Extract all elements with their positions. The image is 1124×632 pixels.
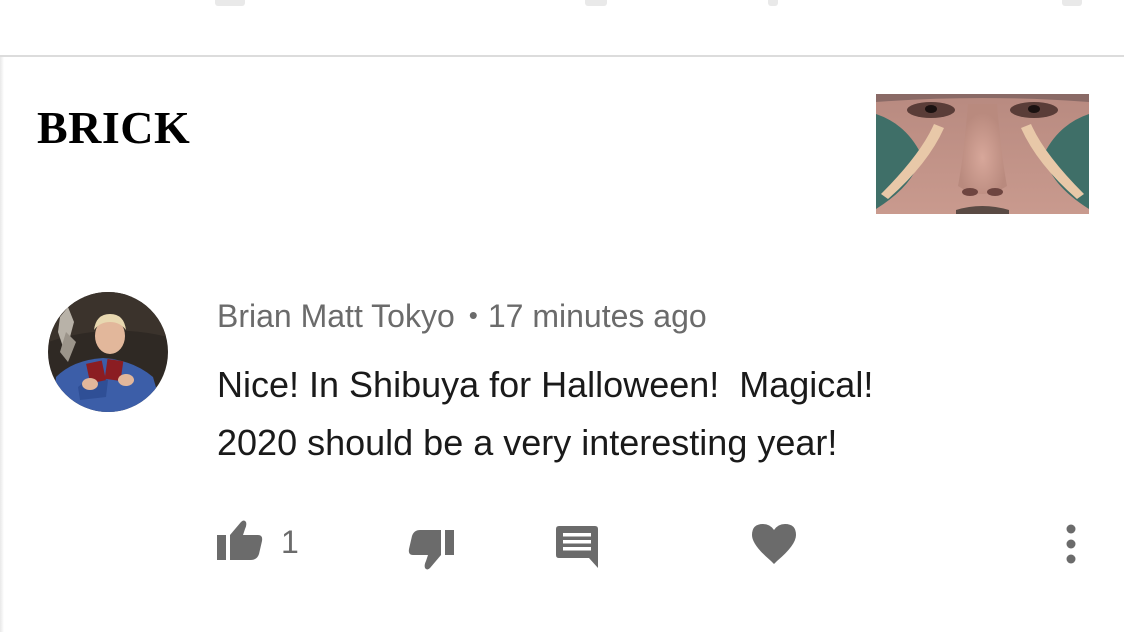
section-divider	[0, 55, 1124, 57]
previous-content-strip	[0, 0, 1124, 56]
comment-icon	[556, 526, 598, 573]
dislike-button[interactable]	[408, 530, 454, 577]
thumbs-up-icon	[217, 518, 263, 565]
page-edge-shadow	[0, 57, 4, 632]
more-options-button[interactable]	[1064, 524, 1078, 569]
heart-button[interactable]	[752, 524, 796, 569]
more-vertical-icon	[1064, 524, 1078, 569]
comment-text-line: 2020 should be a very interesting year!	[217, 422, 838, 463]
meme-title: BRICK	[37, 102, 191, 153]
comment-timestamp: 17 minutes ago	[487, 298, 707, 334]
meta-separator: •	[468, 300, 478, 330]
heart-icon	[752, 524, 796, 569]
cutoff-fragment	[215, 0, 245, 6]
thumbs-down-icon	[408, 530, 454, 577]
comment-text: Nice! In Shibuya for Halloween! Magical!…	[217, 356, 1077, 472]
like-button[interactable]: 1	[217, 518, 299, 565]
cutoff-fragment	[768, 0, 778, 6]
avatar[interactable]	[48, 292, 168, 412]
comment-author[interactable]: Brian Matt Tokyo	[217, 298, 455, 334]
reply-button[interactable]	[556, 526, 598, 573]
comment-header: Brian Matt Tokyo • 17 minutes ago	[217, 296, 707, 338]
like-count: 1	[281, 523, 299, 560]
meme-face-image	[876, 94, 1089, 214]
cutoff-fragment	[1062, 0, 1082, 6]
cutoff-fragment	[585, 0, 607, 6]
comment-text-line: Nice! In Shibuya for Halloween! Magical!	[217, 364, 874, 405]
